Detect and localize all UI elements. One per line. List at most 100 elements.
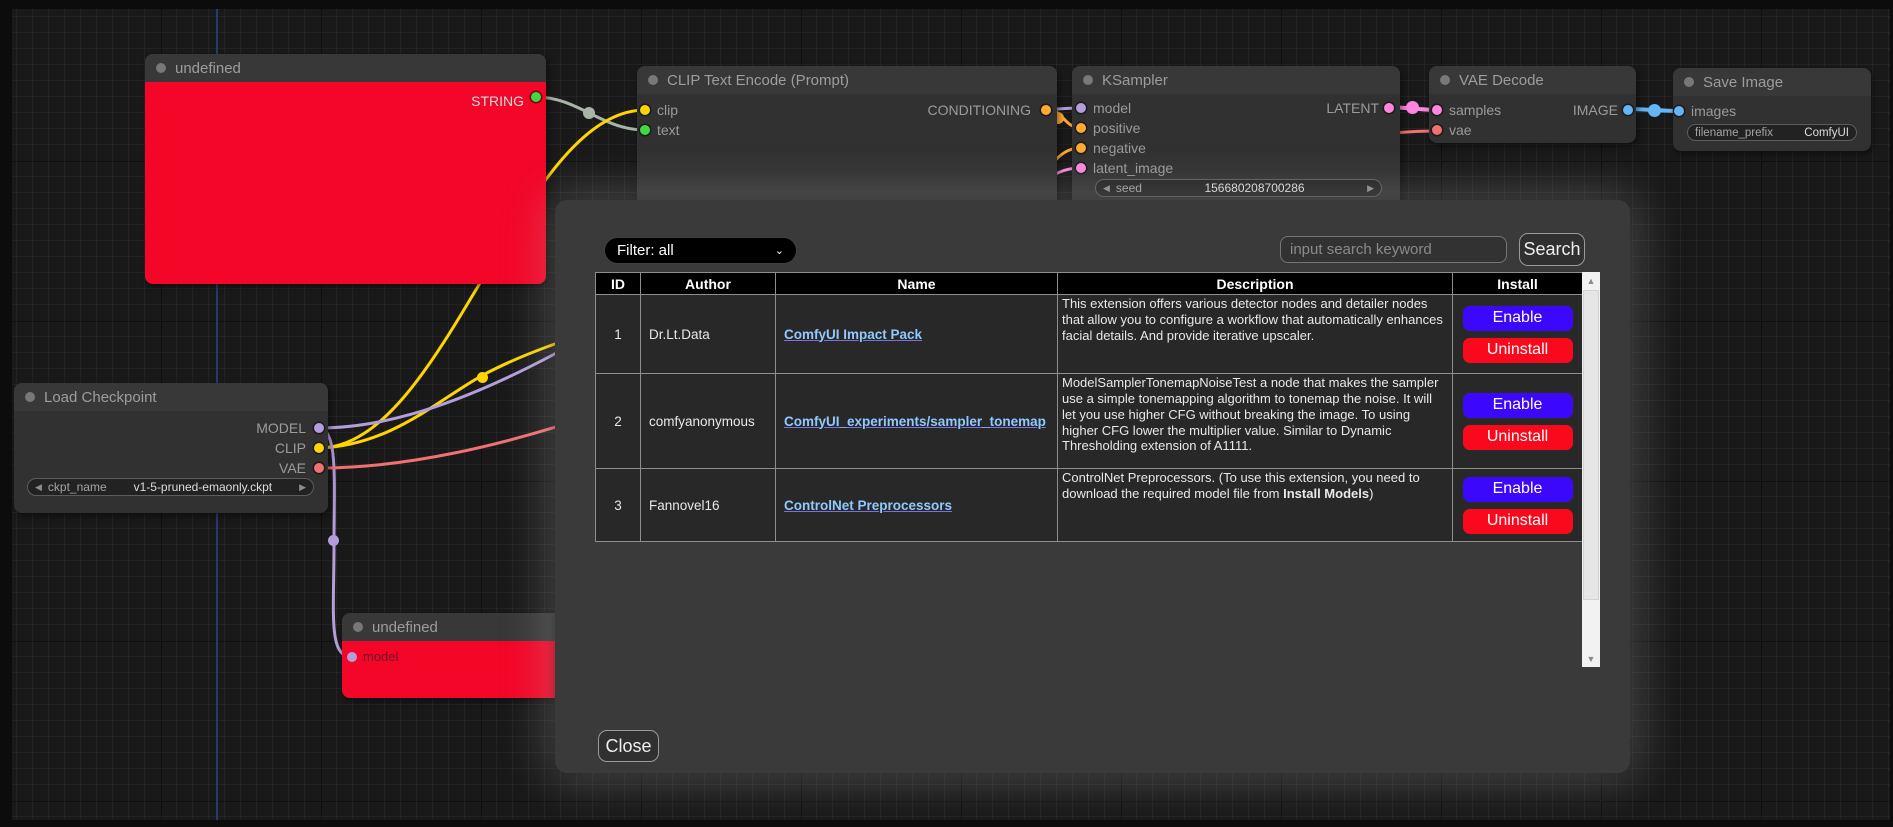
- node-undefined-top[interactable]: undefined STRING: [145, 54, 546, 284]
- wire-dot-latent: [1406, 101, 1419, 114]
- collapse-dot-icon[interactable]: [648, 75, 658, 85]
- extension-link[interactable]: ControlNet Preprocessors: [784, 498, 952, 513]
- collapse-dot-icon[interactable]: [353, 622, 363, 632]
- table-header-row: ID Author Name Description Install: [596, 273, 1583, 295]
- input-slot-clip[interactable]: [640, 105, 650, 115]
- uninstall-button[interactable]: Uninstall: [1462, 337, 1574, 364]
- input-slot-label: vae: [1449, 121, 1472, 139]
- decrement-arrow-icon[interactable]: ◀: [1103, 184, 1110, 193]
- close-button[interactable]: Close: [598, 730, 659, 762]
- input-slot-label: positive: [1093, 119, 1140, 137]
- input-slot-label: samples: [1449, 101, 1501, 119]
- output-slot-label: IMAGE: [1573, 101, 1618, 119]
- output-slot-label: CONDITIONING: [928, 101, 1031, 119]
- input-slot-text[interactable]: [640, 125, 650, 135]
- output-slot-label: CLIP: [275, 439, 306, 457]
- header-install: Install: [1453, 273, 1583, 295]
- scroll-up-icon[interactable]: ▲: [1582, 272, 1600, 289]
- output-slot-label: MODEL: [256, 419, 306, 437]
- scrollbar-thumb[interactable]: [1583, 290, 1599, 600]
- increment-arrow-icon[interactable]: ▶: [1367, 184, 1374, 193]
- custom-nodes-manager-dialog: Filter: all ⌄ Search ID Author Name Desc…: [555, 200, 1630, 773]
- collapse-dot-icon[interactable]: [1083, 75, 1093, 85]
- node-title: CLIP Text Encode (Prompt): [667, 72, 849, 89]
- search-button[interactable]: Search: [1519, 233, 1585, 266]
- cell-author: Fannovel16: [641, 469, 776, 542]
- output-slot-clip[interactable]: [314, 443, 324, 453]
- output-slot-model[interactable]: [314, 423, 324, 433]
- output-slot-latent[interactable]: [1384, 103, 1394, 113]
- widget-label: seed: [1116, 181, 1142, 195]
- next-arrow-icon[interactable]: ▶: [299, 483, 306, 492]
- node-titlebar[interactable]: undefined: [145, 54, 546, 82]
- node-titlebar[interactable]: CLIP Text Encode (Prompt): [637, 66, 1057, 94]
- input-slot-samples[interactable]: [1432, 105, 1442, 115]
- cell-author: comfyanonymous: [641, 374, 776, 469]
- header-description: Description: [1058, 273, 1453, 295]
- output-slot-conditioning[interactable]: [1041, 105, 1051, 115]
- node-titlebar[interactable]: VAE Decode: [1429, 66, 1636, 94]
- input-slot-label: clip: [657, 101, 678, 119]
- window-edge-top: [0, 0, 1893, 9]
- input-slot-label: negative: [1093, 139, 1146, 157]
- scroll-down-icon[interactable]: ▼: [1582, 650, 1600, 667]
- description-bold-text: Install Models: [1283, 486, 1369, 501]
- description-text: ): [1369, 486, 1373, 501]
- input-slot-label: model: [363, 648, 398, 666]
- filter-dropdown[interactable]: Filter: all ⌄: [604, 237, 797, 264]
- wire-dot-image: [1648, 104, 1661, 117]
- window-edge-left: [0, 0, 12, 827]
- widget-value: 156680208700286: [1204, 181, 1304, 195]
- header-id: ID: [596, 273, 641, 295]
- widget-label: ckpt_name: [48, 480, 107, 494]
- uninstall-button[interactable]: Uninstall: [1462, 508, 1574, 535]
- input-slot-model[interactable]: [1076, 103, 1086, 113]
- input-slot-label: images: [1691, 102, 1736, 120]
- input-slot-label: latent_image: [1093, 159, 1173, 177]
- comfyui-canvas[interactable]: undefined STRING CLIP Text Encode (Promp…: [0, 0, 1893, 827]
- seed-widget[interactable]: ◀ seed 156680208700286 ▶: [1095, 179, 1382, 197]
- collapse-dot-icon[interactable]: [1684, 77, 1694, 87]
- input-slot-latent-image[interactable]: [1076, 163, 1086, 173]
- output-slot-string[interactable]: [531, 92, 541, 102]
- enable-button[interactable]: Enable: [1462, 476, 1574, 503]
- header-name: Name: [776, 273, 1058, 295]
- enable-button[interactable]: Enable: [1462, 392, 1574, 419]
- input-slot-images[interactable]: [1674, 106, 1684, 116]
- node-vae-decode[interactable]: VAE Decode samples vae IMAGE: [1429, 66, 1636, 143]
- output-slot-image[interactable]: [1623, 105, 1633, 115]
- collapse-dot-icon[interactable]: [1440, 75, 1450, 85]
- input-slot-positive[interactable]: [1076, 123, 1086, 133]
- cell-description: ControlNet Preprocessors. (To use this e…: [1058, 469, 1453, 542]
- previous-arrow-icon[interactable]: ◀: [35, 483, 42, 492]
- extension-link[interactable]: ComfyUI Impact Pack: [784, 327, 922, 342]
- node-title: VAE Decode: [1459, 72, 1544, 89]
- input-slot-model[interactable]: [347, 652, 357, 662]
- output-slot-vae[interactable]: [314, 463, 324, 473]
- collapse-dot-icon[interactable]: [156, 63, 166, 73]
- header-author: Author: [641, 273, 776, 295]
- node-titlebar[interactable]: Load Checkpoint: [14, 383, 328, 411]
- node-title: undefined: [175, 60, 241, 77]
- output-slot-label: VAE: [279, 459, 306, 477]
- input-slot-vae[interactable]: [1432, 125, 1442, 135]
- table-scrollbar[interactable]: ▲ ▼: [1582, 272, 1600, 667]
- node-save-image[interactable]: Save Image images filename_prefix ComfyU…: [1673, 68, 1871, 151]
- input-slot-label: model: [1093, 99, 1131, 117]
- ckpt-name-widget[interactable]: ◀ ckpt_name v1-5-pruned-emaonly.ckpt ▶: [27, 478, 314, 496]
- uninstall-button[interactable]: Uninstall: [1462, 424, 1574, 451]
- enable-button[interactable]: Enable: [1462, 305, 1574, 332]
- node-load-checkpoint[interactable]: Load Checkpoint MODEL CLIP VAE ◀ ckpt_na…: [14, 383, 328, 513]
- collapse-dot-icon[interactable]: [25, 392, 35, 402]
- window-edge-bottom: [0, 820, 1893, 827]
- search-input[interactable]: [1280, 236, 1507, 263]
- node-titlebar[interactable]: KSampler: [1072, 66, 1400, 94]
- filename-prefix-widget[interactable]: filename_prefix ComfyUI: [1687, 124, 1857, 141]
- output-slot-label: STRING: [471, 92, 524, 110]
- node-titlebar[interactable]: Save Image: [1673, 68, 1871, 96]
- extension-link[interactable]: ComfyUI_experiments/sampler_tonemap: [784, 414, 1046, 429]
- extensions-table: ID Author Name Description Install 1 Dr.…: [595, 272, 1583, 542]
- cell-author: Dr.Lt.Data: [641, 295, 776, 374]
- error-node-body: [145, 82, 546, 284]
- input-slot-negative[interactable]: [1076, 143, 1086, 153]
